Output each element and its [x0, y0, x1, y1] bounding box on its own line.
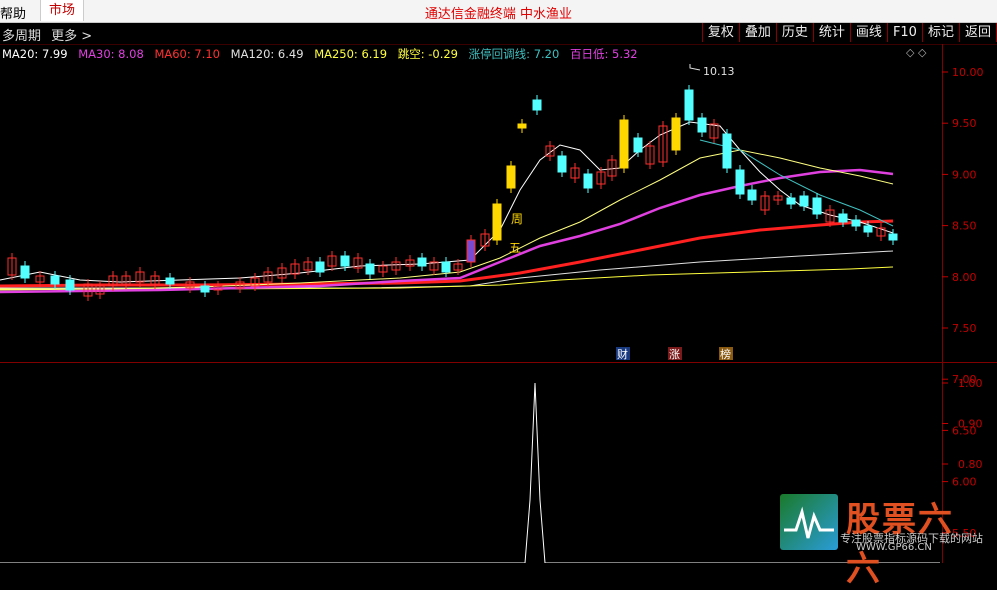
candle-body: [466, 239, 476, 263]
candle-body: [50, 275, 60, 285]
lower-tick-label: 1.00: [958, 377, 983, 390]
candle-body: [340, 255, 350, 267]
candle-body: [722, 133, 732, 169]
candle-body: [838, 213, 848, 223]
price-tick-label: 7.50: [952, 322, 977, 335]
candle-body: [863, 225, 873, 233]
candle-body: [165, 277, 175, 285]
price-tick-label: 9.50: [952, 117, 977, 130]
watermark-logo: 股票六六 专注股票指标源码下载的网站 WWW.GP66.CN: [778, 492, 988, 589]
candle-body: [888, 233, 898, 241]
candle-body: [684, 89, 694, 121]
price-tick-label: 10.00: [952, 66, 984, 79]
lower-tick-label: 0.90: [958, 418, 983, 431]
price-axis: 10.009.509.008.508.007.507.006.506.005.5…: [942, 66, 984, 540]
finance-badge: 财: [617, 347, 628, 361]
candle-body: [492, 203, 502, 241]
candle-body: [799, 195, 809, 207]
logo-url: WWW.GP66.CN: [856, 542, 932, 553]
candle-body: [697, 117, 707, 133]
candle-body: [506, 165, 516, 189]
kline-chart[interactable]: 10.009.509.008.508.007.507.006.506.005.5…: [0, 0, 997, 563]
candle-body: [315, 261, 325, 273]
rank-badge: 榜: [720, 347, 731, 361]
candle-body: [583, 173, 593, 189]
candlesticks: [7, 85, 898, 301]
candle-body: [851, 219, 861, 227]
candle-body: [365, 263, 375, 275]
candle-body: [633, 137, 643, 153]
lower-axis: 1.00 0.90 0.80: [942, 377, 983, 471]
five-marker: 五: [509, 241, 521, 255]
candle-body: [441, 261, 451, 273]
high-price-label: 10.13: [703, 65, 735, 78]
news-badges[interactable]: 财 涨 榜: [616, 347, 733, 361]
candle-body: [812, 197, 822, 215]
candle-body: [735, 169, 745, 195]
price-tick-label: 8.50: [952, 220, 977, 233]
candle-body: [65, 279, 75, 291]
candle-body: [671, 117, 681, 151]
candle-body: [200, 285, 210, 293]
limit-up-badge: 涨: [669, 348, 680, 361]
logo-mark: [780, 494, 838, 550]
lower-tick-label: 0.80: [958, 458, 983, 471]
price-tick-label: 6.00: [952, 476, 977, 489]
candle-body: [20, 265, 30, 279]
candle-body: [619, 119, 629, 169]
candle-body: [517, 123, 527, 129]
price-tick-label: 9.00: [952, 168, 977, 181]
candle-body: [786, 197, 796, 205]
week-marker: 周: [511, 212, 523, 226]
price-tick-label: 8.00: [952, 271, 977, 284]
candle-body: [557, 155, 567, 173]
candle-body: [532, 99, 542, 111]
candle-body: [417, 257, 427, 267]
candle-body: [747, 189, 757, 201]
